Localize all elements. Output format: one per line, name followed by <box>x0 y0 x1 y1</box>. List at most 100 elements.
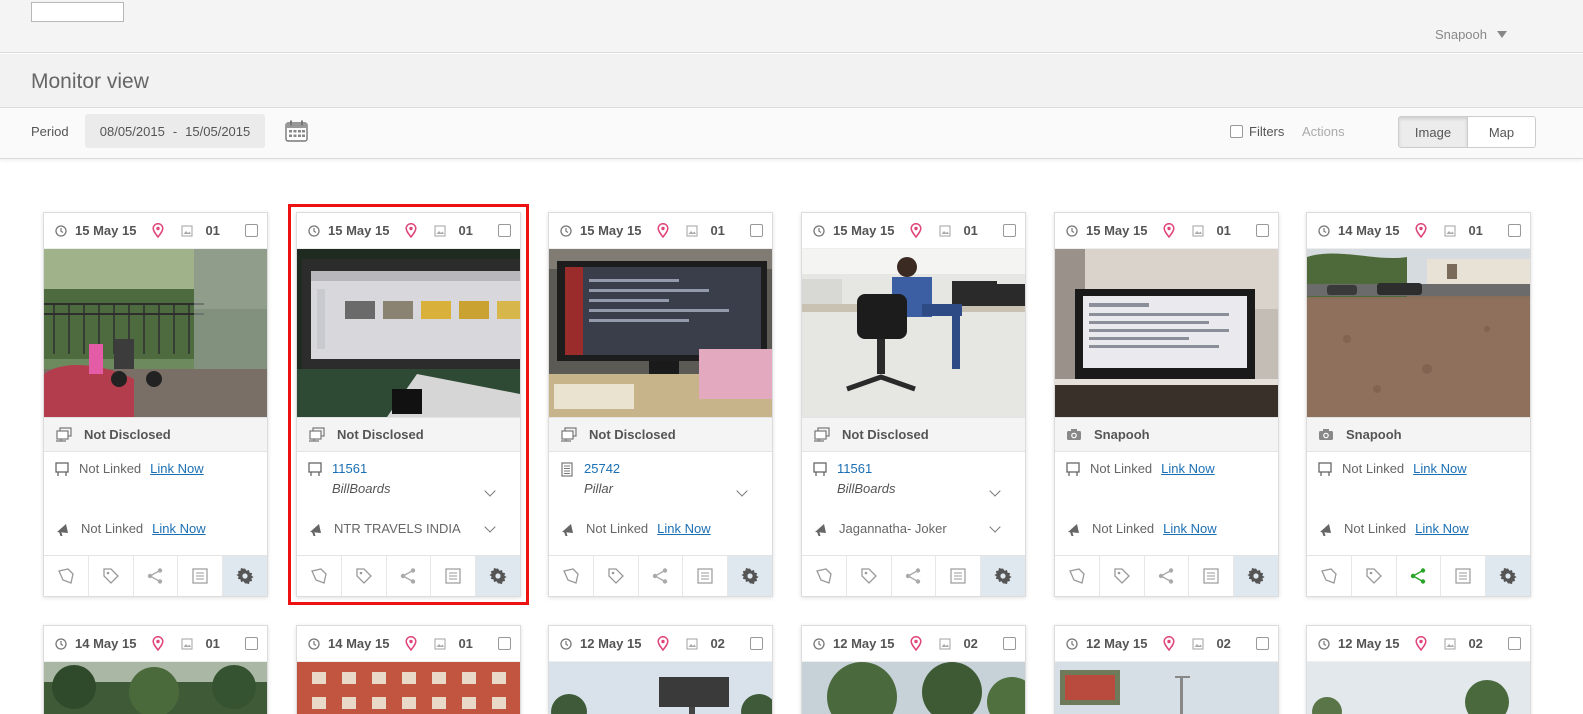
details-button[interactable] <box>936 556 982 596</box>
details-button[interactable] <box>683 556 729 596</box>
card-select-checkbox[interactable] <box>750 637 763 650</box>
photo-tree-canopy[interactable] <box>802 662 1025 714</box>
campaign-link-now[interactable]: Link Now <box>657 521 710 536</box>
card-select-checkbox[interactable] <box>1256 224 1269 237</box>
location-pin-icon[interactable] <box>1415 636 1427 651</box>
photo-card[interactable]: 14 May 15 01 Snapooh Not Linked Link Now… <box>1306 212 1531 597</box>
tag-button[interactable] <box>847 556 892 596</box>
card-select-checkbox[interactable] <box>1508 224 1521 237</box>
site-expand-chevron-icon[interactable] <box>989 485 1001 497</box>
site-expand-chevron-icon[interactable] <box>736 485 748 497</box>
settings-button[interactable] <box>476 556 520 596</box>
photo-card[interactable]: 12 May 15 02 <box>1054 625 1279 714</box>
photo-card[interactable]: 15 May 15 01 Not Disclosed Not Linked Li… <box>43 212 268 597</box>
filters-toggle[interactable]: Filters <box>1230 124 1284 139</box>
location-pin-icon[interactable] <box>1163 636 1175 651</box>
share-button[interactable] <box>134 556 179 596</box>
shield-button[interactable] <box>1055 556 1100 596</box>
site-link-now[interactable]: Link Now <box>1413 461 1466 476</box>
share-button[interactable] <box>639 556 684 596</box>
user-menu[interactable]: Snapooh <box>1435 27 1507 42</box>
card-select-checkbox[interactable] <box>498 637 511 650</box>
details-button[interactable] <box>1189 556 1235 596</box>
campaign-expand-chevron-icon[interactable] <box>484 521 496 533</box>
photo-card[interactable]: 12 May 15 02 <box>801 625 1026 714</box>
photo-desk-screen[interactable] <box>1055 249 1278 417</box>
share-button[interactable] <box>387 556 432 596</box>
site-code[interactable]: 25742 <box>584 461 620 476</box>
share-button[interactable] <box>892 556 937 596</box>
site-link-now[interactable]: Link Now <box>1161 461 1214 476</box>
location-pin-icon[interactable] <box>657 223 669 238</box>
location-pin-icon[interactable] <box>910 223 922 238</box>
logo-image[interactable] <box>31 2 124 22</box>
photo-card-selected[interactable]: 15 May 15 01 Not Disclosed 11561 BillBoa… <box>288 204 529 605</box>
card-select-checkbox[interactable] <box>1508 637 1521 650</box>
view-image-button[interactable]: Image <box>1399 117 1467 147</box>
site-code[interactable]: 11561 <box>332 461 367 476</box>
card-select-checkbox[interactable] <box>245 224 258 237</box>
view-map-button[interactable]: Map <box>1467 117 1535 147</box>
shield-button[interactable] <box>1307 556 1352 596</box>
card-select-checkbox[interactable] <box>245 637 258 650</box>
campaign-expand-chevron-icon[interactable] <box>989 521 1001 533</box>
details-button[interactable] <box>1441 556 1487 596</box>
card-select-checkbox[interactable] <box>1256 637 1269 650</box>
shield-button[interactable] <box>549 556 594 596</box>
filters-checkbox[interactable] <box>1230 125 1243 138</box>
settings-button[interactable] <box>1234 556 1278 596</box>
campaign-link-now[interactable]: Link Now <box>152 521 205 536</box>
campaign-link-now[interactable]: Link Now <box>1163 521 1216 536</box>
location-pin-icon[interactable] <box>152 223 164 238</box>
photo-dirt-road[interactable] <box>1307 249 1530 417</box>
settings-button[interactable] <box>981 556 1025 596</box>
photo-card[interactable]: 12 May 15 02 <box>548 625 773 714</box>
location-pin-icon[interactable] <box>405 223 417 238</box>
location-pin-icon[interactable] <box>1415 223 1427 238</box>
site-expand-chevron-icon[interactable] <box>484 485 496 497</box>
settings-button[interactable] <box>223 556 267 596</box>
card-select-checkbox[interactable] <box>1003 224 1016 237</box>
details-button[interactable] <box>178 556 224 596</box>
photo-trees[interactable] <box>44 662 267 714</box>
photo-open-sky-tree[interactable] <box>1307 662 1530 714</box>
settings-button[interactable] <box>1486 556 1530 596</box>
photo-office-person[interactable] <box>802 249 1025 417</box>
tag-button[interactable] <box>1352 556 1397 596</box>
tag-button[interactable] <box>1100 556 1145 596</box>
location-pin-icon[interactable] <box>910 636 922 651</box>
photo-card[interactable]: 15 May 15 01 Not Disclosed 11561 BillBoa… <box>801 212 1026 597</box>
card-select-checkbox[interactable] <box>750 224 763 237</box>
photo-street-scooter[interactable] <box>44 249 267 417</box>
location-pin-icon[interactable] <box>152 636 164 651</box>
photo-card[interactable]: 15 May 15 01 Not Disclosed 25742 Pillar … <box>548 212 773 597</box>
photo-card[interactable]: 15 May 15 01 Snapooh Not Linked Link Now… <box>1054 212 1279 597</box>
photo-hoarding-street[interactable] <box>1055 662 1278 714</box>
card-select-checkbox[interactable] <box>498 224 511 237</box>
shield-button[interactable] <box>44 556 89 596</box>
site-link-now[interactable]: Link Now <box>150 461 203 476</box>
photo-desk-monitor[interactable] <box>549 249 772 417</box>
location-pin-icon[interactable] <box>405 636 417 651</box>
tag-button[interactable] <box>594 556 639 596</box>
settings-button[interactable] <box>728 556 772 596</box>
site-code[interactable]: 11561 <box>837 461 872 476</box>
campaign-link-now[interactable]: Link Now <box>1415 521 1468 536</box>
photo-billboard-sky[interactable] <box>549 662 772 714</box>
photo-red-building[interactable] <box>297 662 520 714</box>
shield-button[interactable] <box>802 556 847 596</box>
photo-card[interactable]: 12 May 15 02 <box>1306 625 1531 714</box>
shield-button[interactable] <box>297 556 342 596</box>
share-button-active[interactable] <box>1397 556 1442 596</box>
actions-menu[interactable]: Actions <box>1302 124 1345 139</box>
tag-button[interactable] <box>89 556 134 596</box>
location-pin-icon[interactable] <box>1163 223 1175 238</box>
calendar-icon[interactable] <box>285 120 308 142</box>
period-date-range[interactable]: 08/05/2015 - 15/05/2015 <box>85 114 265 148</box>
photo-monitor-screen[interactable] <box>297 249 520 417</box>
location-pin-icon[interactable] <box>657 636 669 651</box>
tag-button[interactable] <box>342 556 387 596</box>
card-select-checkbox[interactable] <box>1003 637 1016 650</box>
photo-card[interactable]: 14 May 15 01 <box>43 625 268 714</box>
photo-card[interactable]: 14 May 15 01 <box>296 625 521 714</box>
